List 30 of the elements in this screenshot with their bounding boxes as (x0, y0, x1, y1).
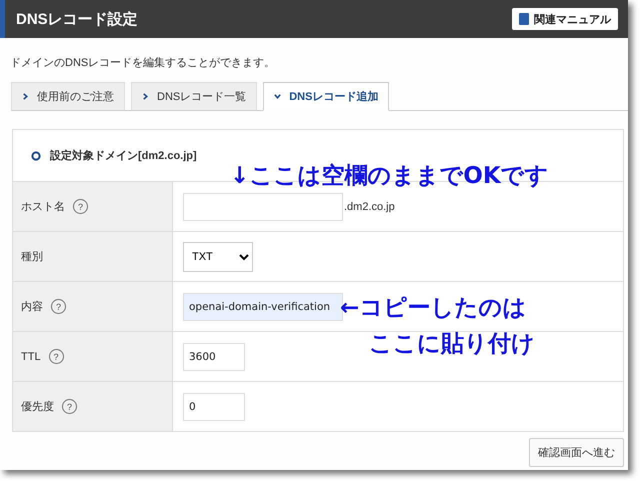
tab[interactable]: DNSレコード一覧 (131, 82, 258, 111)
tab[interactable]: 使用前のご注意 (11, 82, 125, 111)
tab[interactable]: DNSレコード追加 (263, 82, 390, 111)
annotation-text: ↓ここは空欄のままでOKです (230, 162, 549, 191)
confirm-button[interactable]: 確認画面へ進む (529, 438, 624, 467)
annotation-text: ここに貼り付け (369, 330, 535, 359)
page-title: DNSレコード設定 (16, 10, 138, 28)
chevron-right-icon (22, 93, 29, 100)
field-label: 内容 (21, 300, 43, 314)
ring-icon (31, 150, 41, 160)
help-icon[interactable]: ? (73, 199, 88, 214)
input-field[interactable]: 0 (183, 392, 245, 420)
field-label: TTL (21, 350, 41, 362)
help-icon[interactable]: ? (51, 299, 66, 314)
field-label: 優先度 (21, 400, 54, 414)
help-icon[interactable]: ? (62, 399, 77, 414)
annotation-text: ←コピーしたのは (340, 294, 526, 323)
description-text: ドメインのDNSレコードを編集することができます。 (10, 56, 276, 70)
manual-button[interactable]: 関連マニュアル (512, 8, 618, 30)
chevron-down-icon (274, 93, 282, 100)
book-icon (519, 13, 529, 25)
chevron-right-icon (142, 93, 149, 100)
domain-suffix: .dm2.co.jp (344, 200, 395, 212)
field-label: 種別 (21, 250, 43, 264)
input-field[interactable]: 3600 (183, 342, 245, 370)
type-select[interactable]: TXT (183, 242, 253, 272)
help-icon[interactable]: ? (48, 349, 64, 364)
input-field[interactable] (183, 192, 343, 220)
section-title: 設定対象ドメイン[dm2.co.jp] (50, 148, 197, 163)
field-label: ホスト名 (21, 200, 65, 214)
